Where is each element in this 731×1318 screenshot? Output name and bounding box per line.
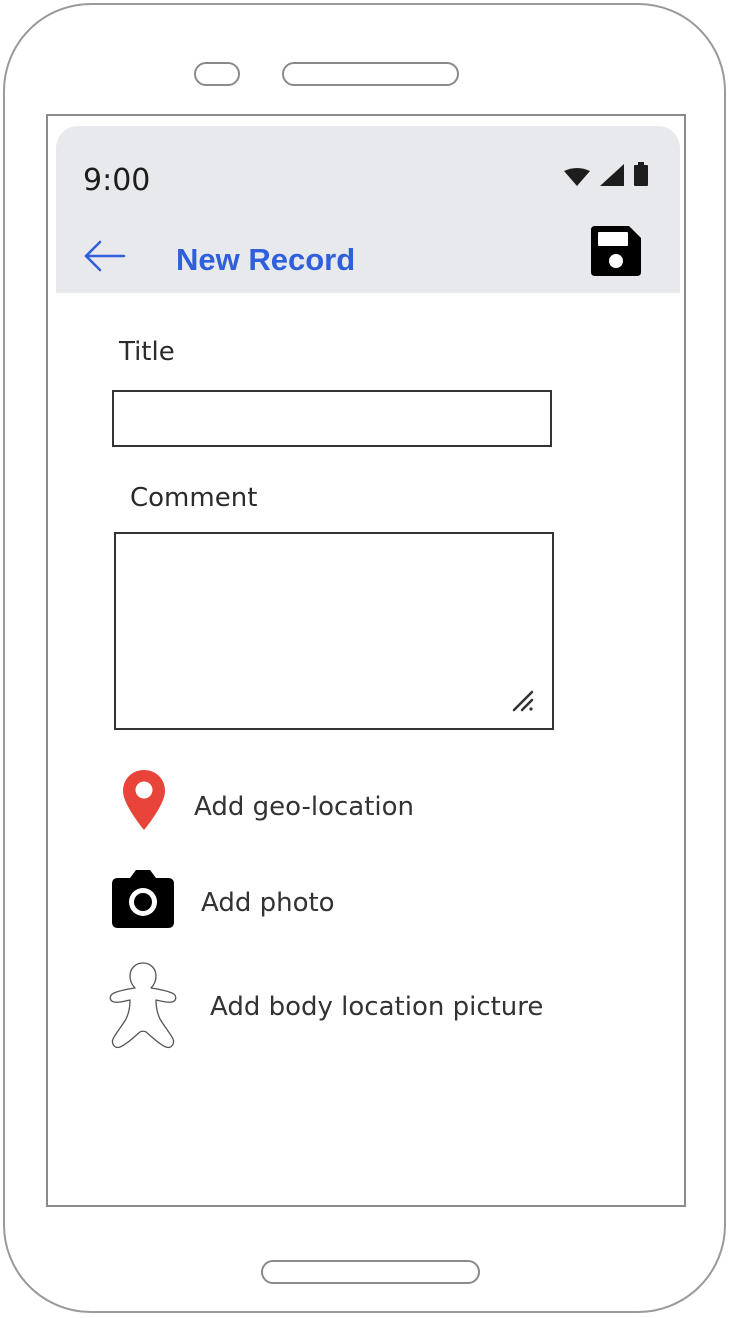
resize-handle-icon[interactable] [510, 688, 536, 714]
phone-screen: 9:00 New Record Title Comment Add geo-lo… [46, 114, 686, 1207]
action-label-photo: Add photo [201, 888, 335, 918]
home-button[interactable] [261, 1260, 480, 1284]
add-body-location-picture-button[interactable]: Add body location picture [106, 959, 586, 1054]
floppy-disk-icon[interactable] [591, 226, 641, 276]
add-photo-button[interactable]: Add photo [106, 866, 466, 936]
earpiece-speaker [282, 62, 459, 86]
battery-icon [634, 162, 648, 186]
action-label-geo-location: Add geo-location [194, 792, 415, 822]
status-icons [564, 162, 648, 186]
arrow-left-icon[interactable] [84, 240, 126, 272]
page: 9:00 New Record Title Comment Add geo-lo… [0, 0, 731, 1318]
app-bar: 9:00 New Record [56, 126, 680, 293]
page-title: New Record [176, 242, 356, 277]
add-geo-location-button[interactable]: Add geo-location [106, 766, 486, 830]
action-label-body-location: Add body location picture [210, 992, 544, 1022]
status-time: 9:00 [83, 163, 151, 198]
body-outline-icon [109, 962, 177, 1049]
wifi-icon [564, 168, 590, 186]
title-input[interactable] [112, 390, 552, 447]
cell-signal-icon [600, 164, 624, 186]
camera-icon [112, 870, 174, 928]
map-pin-icon [123, 770, 165, 830]
comment-label: Comment [130, 483, 258, 513]
title-label: Title [119, 337, 175, 367]
comment-textarea[interactable] [114, 532, 554, 730]
front-camera [194, 62, 240, 86]
